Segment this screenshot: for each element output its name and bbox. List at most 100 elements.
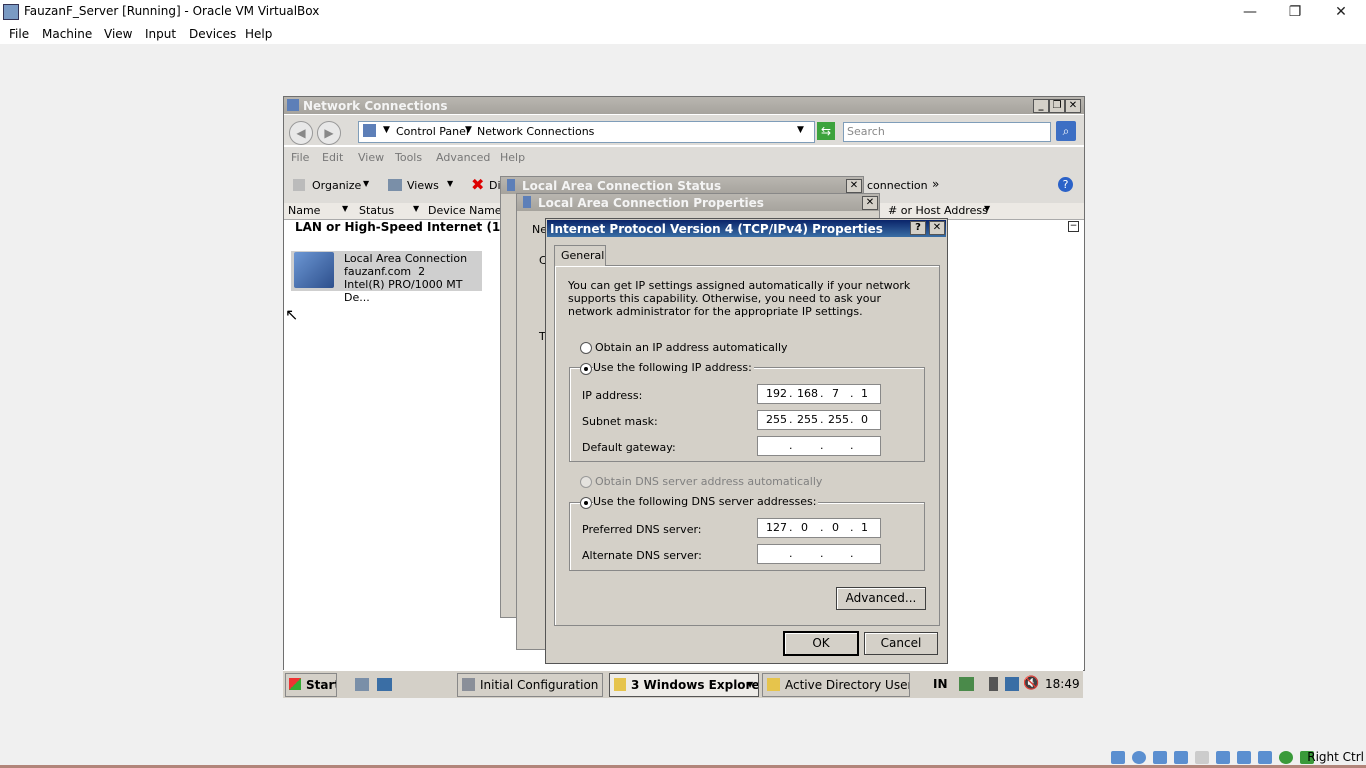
dialog-close-icon[interactable]: ✕ [929, 221, 945, 235]
organize-chevron-icon[interactable]: ▼ [363, 179, 369, 188]
network-status-icon[interactable] [1174, 751, 1188, 764]
breadcrumb-chevron-icon[interactable]: ▼ [383, 125, 390, 135]
status-close-icon[interactable]: ✕ [846, 179, 862, 193]
host-menu-machine[interactable]: Machine [42, 27, 92, 41]
taskbar-item-windows-explorer[interactable]: 3 Windows Explorer ▼ [609, 673, 759, 697]
tray-volume-muted-icon[interactable]: 🔇 [1023, 676, 1039, 691]
preferred-dns-field[interactable]: 127 . 0 . 0 . 1 [757, 518, 881, 538]
nc-menu-help[interactable]: Help [500, 151, 525, 164]
delete-button-partial[interactable]: Di [489, 179, 501, 192]
column-sort-icon[interactable]: ▼ [342, 204, 348, 213]
collapse-icon[interactable]: − [1068, 221, 1079, 232]
forward-arrow-icon[interactable]: ▶ [317, 121, 341, 145]
column-host-address[interactable]: # or Host Address [888, 204, 988, 217]
network-connections-titlebar[interactable]: Network Connections _ ❐ ✕ [284, 97, 1084, 114]
breadcrumb-network-connections[interactable]: Network Connections [477, 125, 594, 138]
properties-close-icon[interactable]: ✕ [862, 196, 878, 210]
search-input[interactable]: Search [843, 122, 1051, 142]
nc-restore-icon[interactable]: ❐ [1049, 99, 1065, 113]
recording-icon[interactable] [1258, 751, 1272, 764]
ok-button[interactable]: OK [783, 631, 859, 656]
folder-icon [614, 678, 626, 691]
nc-minimize-icon[interactable]: _ [1033, 99, 1049, 113]
taskbar-item-initial-config[interactable]: Initial Configuration Ta... [457, 673, 603, 697]
display-icon[interactable] [1237, 751, 1251, 764]
radio-obtain-dns-auto-label[interactable]: Obtain DNS server address automatically [595, 475, 822, 488]
search-icon[interactable]: ⌕ [1056, 121, 1076, 141]
address-field[interactable]: ▼ Control Panel ▼ Network Connections ▼ [358, 121, 815, 143]
host-menu-help[interactable]: Help [245, 27, 272, 41]
breadcrumb-control-panel[interactable]: Control Panel [396, 125, 469, 138]
status-dialog-title: Local Area Connection Status [522, 179, 722, 193]
nc-menu-bar: File Edit View Tools Advanced Help [284, 147, 1084, 168]
close-icon[interactable]: ✕ [1318, 0, 1364, 24]
back-arrow-icon[interactable]: ◀ [289, 121, 313, 145]
nc-menu-advanced[interactable]: Advanced [436, 151, 490, 164]
radio-use-static-ip[interactable] [580, 363, 592, 375]
language-indicator[interactable]: IN [933, 677, 948, 691]
start-button[interactable]: Start [285, 673, 337, 697]
host-menu-view[interactable]: View [104, 27, 132, 41]
column-sort-icon[interactable]: ▼ [984, 204, 990, 213]
tab-general[interactable]: General [554, 245, 606, 266]
nc-menu-tools[interactable]: Tools [395, 151, 422, 164]
properties-dialog-titlebar[interactable]: Local Area Connection Properties ✕ [517, 194, 879, 211]
advanced-button[interactable]: Advanced... [836, 587, 926, 610]
subnet-mask-field[interactable]: 255 . 255 . 255 . 0 [757, 410, 881, 430]
tray-clock[interactable]: 18:49 [1045, 677, 1080, 691]
hard-disk-icon[interactable] [1111, 751, 1125, 764]
more-commands-button[interactable]: » [932, 177, 939, 191]
dialog-help-icon[interactable]: ? [910, 221, 926, 235]
tray-device-icon[interactable] [989, 677, 998, 691]
connection-button-partial[interactable]: connection [867, 179, 928, 192]
refresh-icon[interactable]: ⇆ [817, 122, 835, 140]
taskbar-item-label: Active Directory Users ... [785, 678, 909, 692]
delete-icon[interactable]: ✖ [471, 175, 484, 194]
tray-monitor-icon[interactable] [1005, 677, 1019, 691]
nc-menu-edit[interactable]: Edit [322, 151, 343, 164]
audio-icon[interactable] [1153, 751, 1167, 764]
shared-folders-icon[interactable] [1216, 751, 1230, 764]
radio-use-static-dns[interactable] [580, 497, 592, 509]
cancel-button[interactable]: Cancel [864, 632, 938, 655]
minimize-icon[interactable]: — [1227, 0, 1273, 24]
list-item-local-area-connection[interactable]: Local Area Connection fauzanf.com 2 Inte… [291, 251, 482, 304]
ip-address-field[interactable]: 192 . 168 . 7 . 1 [757, 384, 881, 404]
tcp-dialog-titlebar[interactable]: Internet Protocol Version 4 (TCP/IPv4) P… [547, 220, 946, 237]
views-button[interactable]: Views [407, 179, 439, 192]
group-chevron-icon[interactable]: ▼ [747, 674, 753, 696]
nc-menu-view[interactable]: View [358, 151, 384, 164]
restore-icon[interactable]: ❐ [1272, 0, 1318, 24]
start-label: Start [306, 678, 337, 692]
views-chevron-icon[interactable]: ▼ [447, 179, 453, 188]
server-manager-icon[interactable] [355, 678, 369, 691]
host-menu-devices[interactable]: Devices [189, 27, 236, 41]
column-status[interactable]: Status [359, 204, 394, 217]
help-icon[interactable]: ? [1058, 177, 1073, 192]
nc-close-icon[interactable]: ✕ [1065, 99, 1081, 113]
radio-obtain-ip-auto[interactable] [580, 342, 592, 354]
column-sort-icon[interactable]: ▼ [413, 204, 419, 213]
column-name[interactable]: Name [288, 204, 320, 217]
nc-menu-file[interactable]: File [291, 151, 309, 164]
organize-button[interactable]: Organize [312, 179, 361, 192]
cpu-icon[interactable] [1279, 751, 1293, 764]
mouse-cursor-icon: ↖ [285, 305, 299, 324]
column-device-name[interactable]: Device Name [428, 204, 502, 217]
breadcrumb-chevron-icon[interactable]: ▼ [465, 125, 472, 135]
show-desktop-icon[interactable] [377, 678, 392, 691]
tray-network-icon[interactable] [959, 677, 974, 691]
alternate-dns-field[interactable]: . . . [757, 544, 881, 564]
radio-obtain-ip-auto-label[interactable]: Obtain an IP address automatically [595, 341, 788, 354]
radio-use-static-ip-label[interactable]: Use the following IP address: [593, 361, 754, 374]
usb-icon[interactable] [1195, 751, 1209, 764]
status-dialog-titlebar[interactable]: Local Area Connection Status ✕ [501, 177, 863, 194]
default-gateway-field[interactable]: . . . [757, 436, 881, 456]
host-menu-input[interactable]: Input [145, 27, 176, 41]
host-menu-file[interactable]: File [9, 27, 29, 41]
address-dropdown-icon[interactable]: ▼ [797, 125, 804, 135]
taskbar-item-active-directory[interactable]: Active Directory Users ... [762, 673, 910, 697]
radio-obtain-dns-auto[interactable] [580, 476, 592, 488]
radio-use-static-dns-label[interactable]: Use the following DNS server addresses: [593, 495, 819, 508]
optical-drive-icon[interactable] [1132, 751, 1146, 764]
